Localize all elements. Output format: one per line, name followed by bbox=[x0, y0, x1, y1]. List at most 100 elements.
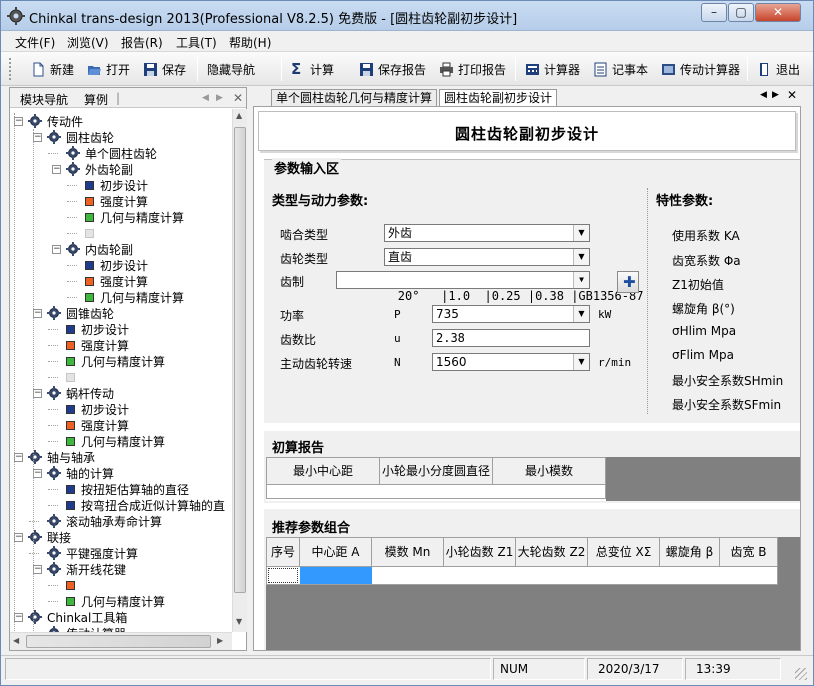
tab-prev-icon[interactable]: ◀ bbox=[760, 90, 767, 100]
tree-item[interactable]: 强度计算 bbox=[66, 337, 129, 353]
tree-expander-icon[interactable]: − bbox=[14, 453, 23, 462]
tree-expander-icon[interactable]: − bbox=[14, 117, 23, 126]
save-report-button[interactable]: 保存报告 bbox=[359, 59, 426, 79]
dropdown-arrow-icon[interactable]: ▼ bbox=[573, 306, 589, 322]
menu-file[interactable]: 文件(F) bbox=[15, 34, 55, 51]
scroll-left-icon[interactable]: ◀ bbox=[13, 636, 19, 645]
tree-item[interactable]: 传动计算器 bbox=[47, 625, 126, 632]
tooth-system-select[interactable]: 20° |1.0 |0.25 |0.38 |GB1356-87 ▼ bbox=[336, 271, 643, 303]
rec-row-1[interactable] bbox=[266, 567, 778, 585]
calc-button[interactable]: Σ 计算 bbox=[291, 59, 334, 79]
tree-item[interactable]: 滚动轴承寿命计算 bbox=[47, 513, 162, 529]
tab-single-gear-geometry[interactable]: 单个圆柱齿轮几何与精度计算 bbox=[271, 89, 438, 107]
tree-item[interactable]: 单个圆柱齿轮 bbox=[66, 145, 157, 161]
resize-grip-icon[interactable] bbox=[795, 668, 807, 680]
tree-item[interactable] bbox=[66, 369, 81, 385]
tree-item[interactable]: 几何与精度计算 bbox=[85, 289, 184, 305]
menu-report[interactable]: 报告(R) bbox=[121, 34, 163, 51]
tree-expander-icon[interactable]: − bbox=[33, 565, 42, 574]
tree-item[interactable]: 强度计算 bbox=[66, 417, 129, 433]
tree-expander-icon[interactable]: − bbox=[14, 533, 23, 542]
scroll-down-icon[interactable]: ▼ bbox=[236, 617, 242, 626]
add-tooth-system-button[interactable]: ✚ bbox=[617, 271, 639, 293]
tree-item[interactable]: 平键强度计算 bbox=[47, 545, 138, 561]
power-select[interactable]: 735 ▼ bbox=[432, 305, 590, 323]
menu-view[interactable]: 浏览(V) bbox=[67, 34, 109, 51]
tree-item[interactable]: 几何与精度计算 bbox=[66, 593, 165, 609]
trans-calc-button[interactable]: 传动计算器 bbox=[661, 59, 740, 79]
vertical-scroll-thumb[interactable] bbox=[234, 127, 246, 593]
tree-item[interactable]: 圆柱齿轮 bbox=[47, 129, 114, 145]
tree-expander-icon[interactable]: − bbox=[52, 245, 61, 254]
tree-item[interactable]: 按扭矩估算轴的直径 bbox=[66, 481, 189, 497]
scroll-right-icon[interactable]: ▶ bbox=[217, 636, 223, 645]
tree-expander-icon[interactable]: − bbox=[33, 309, 42, 318]
menu-tools[interactable]: 工具(T) bbox=[176, 34, 217, 51]
dropdown-arrow-icon[interactable]: ▼ bbox=[573, 354, 589, 370]
exit-button[interactable]: 退出 bbox=[757, 59, 800, 79]
tree-item[interactable]: 蜗杆传动 bbox=[47, 385, 114, 401]
tree-item[interactable]: 几何与精度计算 bbox=[66, 433, 165, 449]
next-arrow-icon[interactable]: ▶ bbox=[216, 93, 223, 103]
new-button[interactable]: 新建 bbox=[31, 59, 74, 79]
tree-item[interactable]: 几何与精度计算 bbox=[66, 353, 165, 369]
tree-item[interactable]: 渐开线花键 bbox=[47, 561, 126, 577]
tree-vertical-scrollbar[interactable]: ▲ ▼ bbox=[232, 109, 247, 632]
minimize-button[interactable]: – bbox=[701, 3, 727, 22]
calculator-button[interactable]: 计算器 bbox=[525, 59, 580, 79]
tree-item[interactable]: 内齿轮副 bbox=[66, 241, 133, 257]
title-bar[interactable]: Chinkal trans-design 2013(Professional V… bbox=[1, 1, 813, 31]
tree-expander-icon[interactable]: − bbox=[33, 469, 42, 478]
tree-item[interactable]: 初步设计 bbox=[66, 401, 129, 417]
tree-item[interactable]: 轴的计算 bbox=[47, 465, 114, 481]
tree-horizontal-scrollbar[interactable]: ◀ ▶ bbox=[10, 632, 232, 650]
tree-item[interactable]: 初步设计 bbox=[85, 257, 148, 273]
hide-nav-button[interactable]: 隐藏导航 bbox=[207, 59, 255, 79]
tree-item[interactable]: 强度计算 bbox=[85, 273, 148, 289]
tree-expander-icon[interactable]: − bbox=[52, 165, 61, 174]
close-panel-icon[interactable]: ✕ bbox=[233, 91, 243, 105]
tree-expander-icon[interactable]: − bbox=[33, 389, 42, 398]
tree-item[interactable]: 初步设计 bbox=[85, 177, 148, 193]
tree-item[interactable]: 轴与轴承 bbox=[28, 449, 95, 465]
tree-expander-icon[interactable]: − bbox=[33, 133, 42, 142]
dropdown-arrow-icon[interactable]: ▼ bbox=[573, 225, 589, 241]
tree-item[interactable]: 联接 bbox=[28, 529, 71, 545]
tree-item[interactable]: 强度计算 bbox=[85, 193, 148, 209]
tree-item[interactable]: 外齿轮副 bbox=[66, 161, 133, 177]
tab-gear-pair-design[interactable]: 圆柱齿轮副初步设计 bbox=[439, 89, 558, 107]
scroll-up-icon[interactable]: ▲ bbox=[236, 111, 242, 120]
tab-examples[interactable]: 算例 bbox=[84, 91, 108, 108]
print-report-button[interactable]: 打印报告 bbox=[439, 59, 506, 79]
rec-row-1-index-cell[interactable] bbox=[268, 568, 298, 583]
tree-item[interactable]: 圆锥齿轮 bbox=[47, 305, 114, 321]
horizontal-scroll-thumb[interactable] bbox=[26, 635, 211, 648]
tree-item[interactable] bbox=[85, 225, 100, 241]
tree-expander-icon[interactable]: − bbox=[14, 613, 23, 622]
dropdown-arrow-icon[interactable]: ▼ bbox=[573, 249, 589, 265]
prev-arrow-icon[interactable]: ◀ bbox=[202, 93, 209, 103]
tree-item[interactable]: 传动件 bbox=[28, 113, 83, 129]
tab-close-icon[interactable]: ✕ bbox=[787, 88, 797, 102]
save-button[interactable]: 保存 bbox=[143, 59, 186, 79]
tab-next-icon[interactable]: ▶ bbox=[772, 90, 779, 100]
mesh-type-select[interactable]: 外齿 ▼ bbox=[384, 224, 590, 242]
open-button[interactable]: 打开 bbox=[87, 59, 130, 79]
speed-select[interactable]: 1560 ▼ bbox=[432, 353, 590, 371]
close-button[interactable]: ✕ bbox=[755, 3, 801, 22]
dropdown-arrow-icon[interactable]: ▼ bbox=[573, 272, 589, 288]
tree-item[interactable]: 几何与精度计算 bbox=[85, 209, 184, 225]
toolbar-grip[interactable] bbox=[9, 58, 13, 80]
menu-help[interactable]: 帮助(H) bbox=[229, 34, 271, 51]
tree-item[interactable]: 初步设计 bbox=[66, 321, 129, 337]
rec-row-1-selected-cell[interactable] bbox=[300, 567, 372, 584]
maximize-button[interactable]: ▢ bbox=[728, 3, 754, 22]
tree-item[interactable] bbox=[66, 577, 81, 593]
tree-item[interactable]: 按弯扭合成近似计算轴的直 bbox=[66, 497, 225, 513]
gear-type-select[interactable]: 直齿 ▼ bbox=[384, 248, 590, 266]
tab-module-nav[interactable]: 模块导航 bbox=[20, 91, 68, 108]
report-row-empty[interactable] bbox=[266, 485, 606, 499]
notepad-button[interactable]: 记事本 bbox=[593, 59, 648, 79]
ratio-input[interactable]: 2.38 bbox=[432, 329, 590, 347]
tree-item[interactable]: Chinkal工具箱 bbox=[28, 609, 127, 625]
